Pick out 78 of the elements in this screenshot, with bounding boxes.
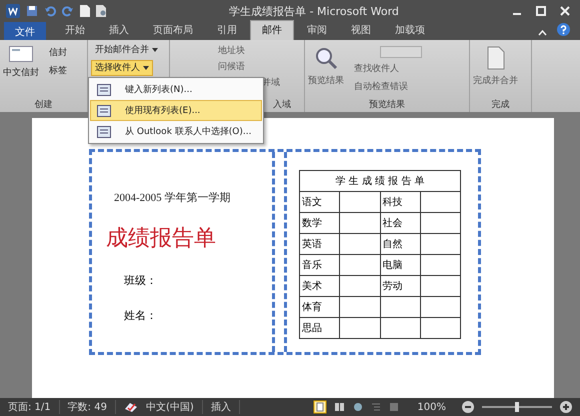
save-icon[interactable] bbox=[26, 5, 38, 17]
table-cell: 社会 bbox=[380, 212, 420, 234]
ribbon-button[interactable]: 自动检查错误 bbox=[350, 80, 422, 94]
collapse-ribbon-icon[interactable] bbox=[538, 30, 547, 36]
table-cell: 美术 bbox=[300, 276, 340, 296]
envelope-icon bbox=[9, 46, 33, 62]
file-tab[interactable]: 文件 bbox=[4, 22, 46, 40]
ribbon-tab[interactable]: 引用 bbox=[206, 21, 248, 40]
redo-icon[interactable] bbox=[62, 5, 74, 17]
group-label: 入域 bbox=[273, 98, 291, 112]
print-preview-icon[interactable] bbox=[96, 5, 107, 17]
ribbon-tab[interactable]: 开始 bbox=[54, 21, 96, 40]
outline-icon[interactable] bbox=[371, 402, 382, 412]
table-cell: 数学 bbox=[300, 212, 340, 234]
field-label: 班级： bbox=[124, 273, 158, 288]
list-icon bbox=[97, 84, 111, 96]
table-cell: 电脑 bbox=[380, 254, 420, 276]
window-title: 学生成绩报告单 - Microsoft Word bbox=[228, 4, 400, 18]
zoom-thumb[interactable] bbox=[515, 402, 519, 412]
ribbon-button[interactable]: 开始邮件合并 bbox=[91, 42, 162, 58]
ribbon-button[interactable]: 查找收件人 bbox=[350, 62, 422, 76]
close-icon[interactable] bbox=[560, 6, 570, 16]
draft-icon[interactable] bbox=[389, 402, 400, 412]
word-logo-icon[interactable] bbox=[6, 4, 20, 18]
zoom-in-icon[interactable] bbox=[560, 401, 572, 413]
ribbon-button[interactable]: 信封 bbox=[45, 46, 67, 60]
report-title: 成绩报告单 bbox=[106, 225, 217, 253]
menu-item[interactable]: 键入新列表(N)... bbox=[90, 79, 262, 100]
web-layout-icon[interactable] bbox=[353, 402, 364, 412]
undo-icon[interactable] bbox=[44, 5, 56, 17]
list-icon bbox=[97, 126, 111, 138]
table-cell: 体育 bbox=[300, 296, 340, 318]
group-label: 预览结果 bbox=[368, 98, 406, 112]
table-cell: 思品 bbox=[300, 318, 340, 338]
status-item[interactable]: 字数: 49 bbox=[68, 400, 116, 414]
chinese-envelope-button[interactable]: 中文信封 bbox=[3, 66, 39, 79]
caret-icon bbox=[143, 66, 149, 70]
zoom-level[interactable]: 100% bbox=[417, 402, 454, 412]
ribbon-button[interactable]: 地址块 bbox=[218, 44, 245, 58]
proofing-icon[interactable] bbox=[124, 401, 138, 413]
table-cell: 语文 bbox=[300, 192, 340, 212]
menu-item[interactable]: 使用现有列表(E)... bbox=[90, 100, 262, 121]
table-cell: 自然 bbox=[380, 234, 420, 254]
print-layout-icon[interactable] bbox=[313, 400, 328, 414]
table-cell: 英语 bbox=[300, 234, 340, 254]
table-cell: 音乐 bbox=[300, 254, 340, 276]
ribbon-tab[interactable]: 加载项 bbox=[384, 21, 436, 40]
full-screen-reading-icon[interactable] bbox=[335, 402, 346, 412]
ribbon-tab[interactable]: 视图 bbox=[340, 21, 382, 40]
ribbon-button[interactable]: 选择收件人 bbox=[91, 60, 153, 76]
status-item[interactable]: 页面: 1/1 bbox=[8, 400, 60, 414]
status-item[interactable]: 插入 bbox=[210, 400, 240, 414]
term-text: 2004-2005 学年第一学期 bbox=[114, 191, 232, 205]
table-cell: 科技 bbox=[380, 192, 420, 212]
caret-icon bbox=[152, 48, 158, 52]
list-icon bbox=[97, 104, 111, 116]
table-title: 学 生 成 绩 报 告 单 bbox=[300, 170, 460, 192]
field-label: 姓名： bbox=[124, 308, 158, 323]
help-icon[interactable] bbox=[557, 23, 570, 36]
ribbon-tab[interactable]: 邮件 bbox=[250, 20, 294, 40]
preview-results-button[interactable]: 预览结果 bbox=[308, 74, 344, 87]
new-document-icon[interactable] bbox=[80, 5, 90, 17]
record-number-field[interactable] bbox=[380, 46, 422, 58]
ribbon-tab[interactable]: 审阅 bbox=[296, 21, 338, 40]
group-label: 完成 bbox=[490, 98, 510, 112]
ribbon-tab[interactable]: 插入 bbox=[98, 21, 140, 40]
finish-merge-button[interactable]: 完成并合并 bbox=[473, 74, 518, 87]
menu-item[interactable]: 从 Outlook 联系人中选择(O)... bbox=[90, 121, 262, 142]
group-label: 创建 bbox=[34, 98, 54, 112]
ribbon-tab[interactable]: 页面布局 bbox=[142, 21, 204, 40]
status-item[interactable]: 中文(中国) bbox=[146, 400, 203, 414]
table-cell: 劳动 bbox=[380, 276, 420, 296]
ribbon-button[interactable]: 问候语 bbox=[218, 60, 245, 74]
zoom-out-icon[interactable] bbox=[462, 401, 474, 413]
maximize-icon[interactable] bbox=[536, 6, 546, 16]
ribbon-button[interactable]: 标签 bbox=[45, 64, 67, 78]
magnifier-icon bbox=[314, 46, 338, 70]
document-icon bbox=[486, 46, 506, 70]
